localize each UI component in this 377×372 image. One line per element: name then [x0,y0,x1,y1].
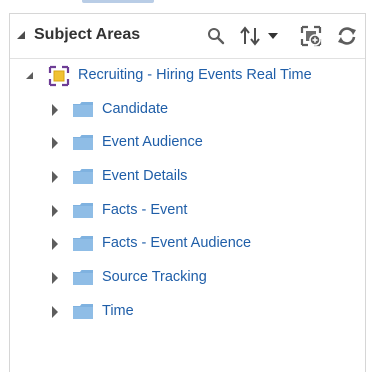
tree-item-candidate[interactable]: Candidate [10,99,365,121]
tree-item-label[interactable]: Event Audience [102,134,203,150]
sort-icon[interactable] [238,24,264,48]
folder-icon [73,169,93,184]
tree-item-label[interactable]: Event Details [102,168,187,184]
folder-icon [73,270,93,285]
expanded-arrow-icon[interactable] [26,72,33,79]
collapsed-arrow-icon[interactable] [52,306,58,318]
tree-item-facts-event-audience[interactable]: Facts - Event Audience [10,233,365,255]
tree-item-event-audience[interactable]: Event Audience [10,132,365,154]
refresh-icon[interactable] [335,24,359,48]
collapsed-arrow-icon[interactable] [52,238,58,250]
subject-area-icon [48,65,70,87]
tree-root-label[interactable]: Recruiting - Hiring Events Real Time [78,67,312,83]
tree-item-label[interactable]: Time [102,303,134,319]
search-icon[interactable] [206,24,226,48]
collapsed-arrow-icon[interactable] [52,272,58,284]
collapse-icon[interactable] [17,31,25,39]
collapsed-arrow-icon[interactable] [52,104,58,116]
tree-item-event-details[interactable]: Event Details [10,166,365,188]
panel-header: Subject Areas [10,14,365,59]
tree-item-label[interactable]: Source Tracking [102,269,207,285]
folder-icon [73,304,93,319]
tree-item-time[interactable]: Time [10,301,365,323]
panel-title: Subject Areas [34,26,141,43]
top-accent-bar [82,0,154,3]
collapsed-arrow-icon[interactable] [52,137,58,149]
collapsed-arrow-icon[interactable] [52,205,58,217]
caret-down-icon[interactable] [266,24,280,48]
folder-icon [73,236,93,251]
add-subject-area-icon[interactable] [299,24,323,48]
tree-root-row[interactable]: Recruiting - Hiring Events Real Time [10,65,365,87]
tree-item-facts-event[interactable]: Facts - Event [10,200,365,222]
tree-item-label[interactable]: Candidate [102,101,168,117]
tree-item-label[interactable]: Facts - Event Audience [102,235,251,251]
folder-icon [73,102,93,117]
folder-icon [73,135,93,150]
subject-areas-panel: Subject Areas Recruiting - Hiring Events… [9,13,366,372]
collapsed-arrow-icon[interactable] [52,171,58,183]
folder-icon [73,203,93,218]
tree-item-label[interactable]: Facts - Event [102,202,187,218]
tree-item-source-tracking[interactable]: Source Tracking [10,267,365,289]
